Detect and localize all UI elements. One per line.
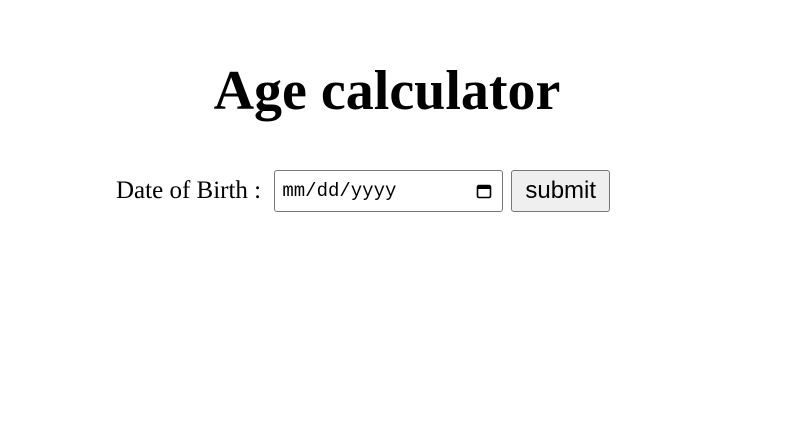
page: Age calculator Date of Birth : mm/dd/yyy… — [0, 0, 801, 438]
submit-button[interactable]: submit — [511, 170, 611, 212]
date-input-placeholder[interactable]: mm/dd/yyyy — [282, 180, 474, 202]
calendar-icon[interactable] — [474, 181, 494, 201]
page-title: Age calculator — [213, 60, 561, 122]
dob-label: Date of Birth : — [116, 177, 268, 204]
date-of-birth-input[interactable]: mm/dd/yyyy — [274, 170, 504, 212]
dob-form: Date of Birth : mm/dd/yyyy submit — [116, 170, 611, 212]
